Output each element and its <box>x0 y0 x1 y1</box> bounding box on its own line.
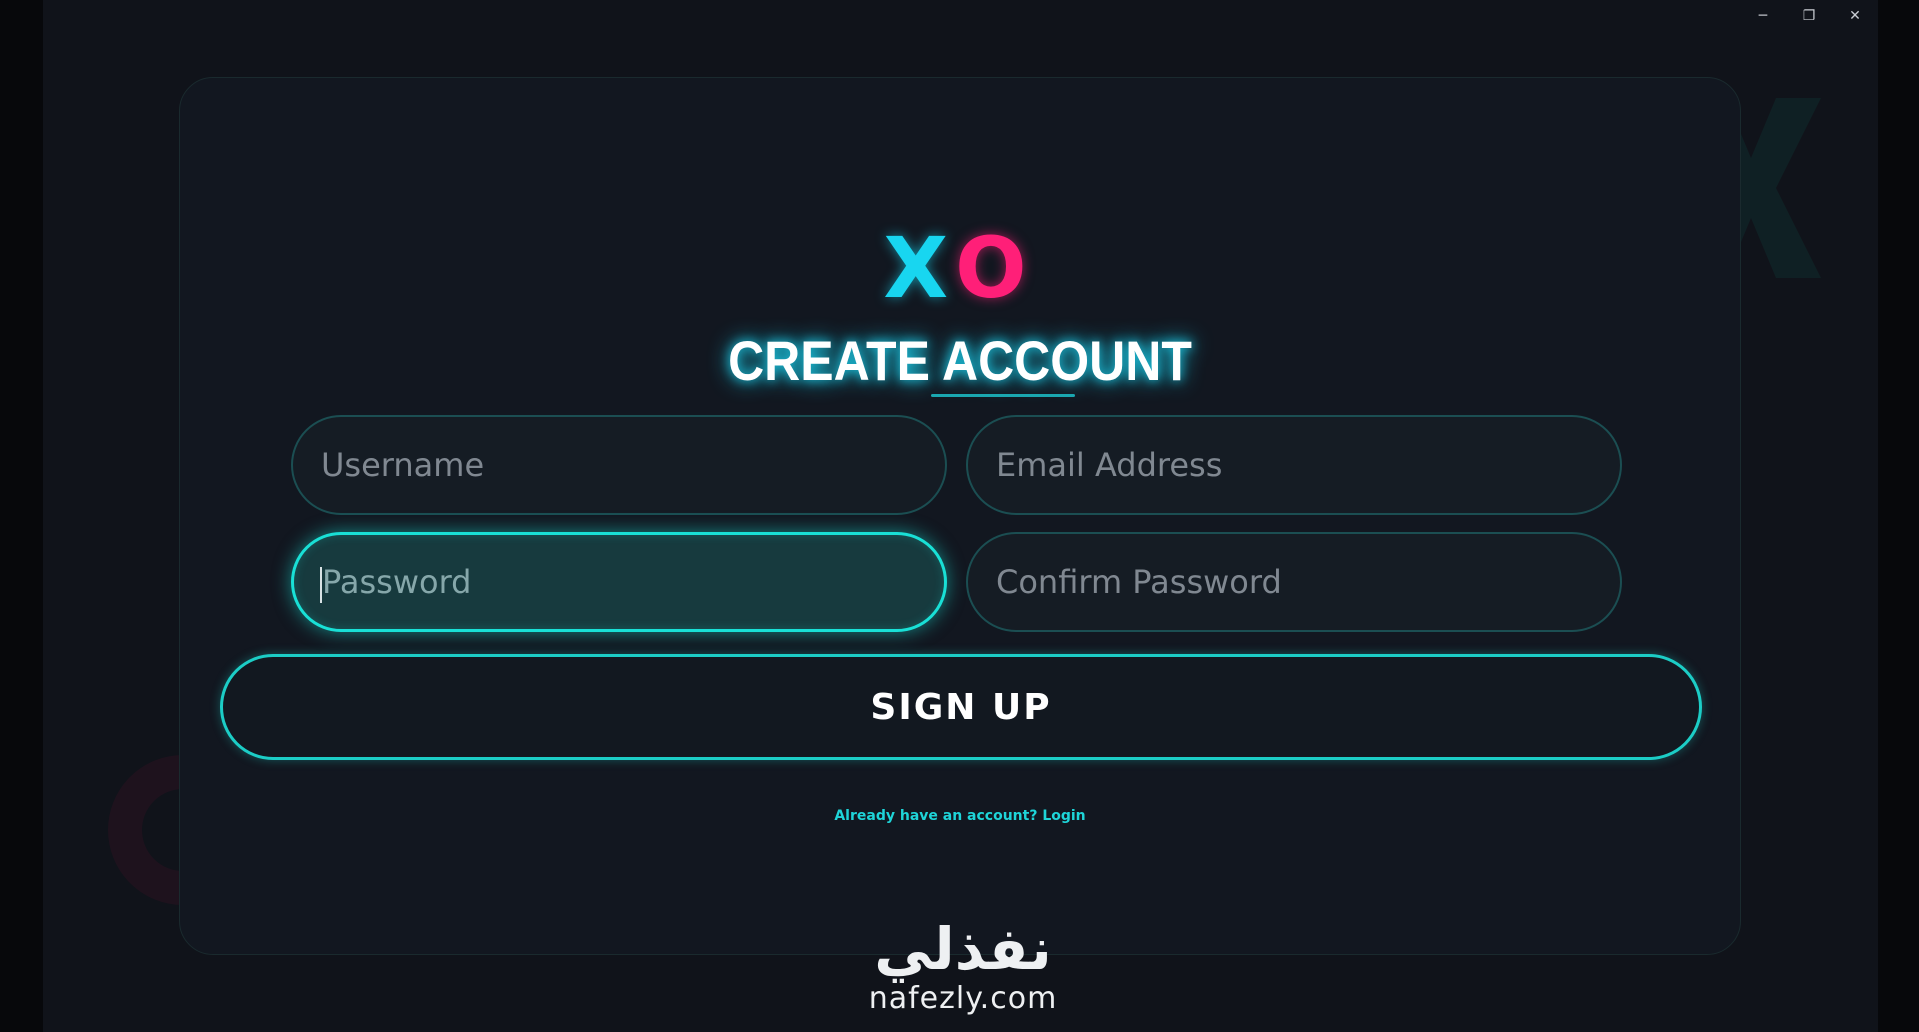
logo-x: X <box>883 219 956 317</box>
login-link[interactable]: Already have an account? Login <box>180 808 1740 824</box>
close-icon[interactable]: ✕ <box>1832 0 1878 32</box>
minimize-icon[interactable]: ─ <box>1740 0 1786 32</box>
title-underline <box>931 394 1075 397</box>
username-input[interactable] <box>319 416 945 514</box>
page-title: CREATE ACCOUNT <box>728 329 1192 393</box>
confirm-password-field[interactable] <box>966 532 1622 632</box>
signup-card: XO CREATE ACCOUNT SIGN UP Already have a… <box>179 77 1741 955</box>
watermark: نفذلي nafezly.com <box>843 915 1083 1016</box>
watermark-latin: nafezly.com <box>868 980 1058 1016</box>
username-field[interactable] <box>291 415 947 515</box>
email-input[interactable] <box>994 416 1620 514</box>
watermark-arabic: نفذلي <box>874 915 1052 983</box>
email-field[interactable] <box>966 415 1622 515</box>
restore-icon[interactable]: ❐ <box>1786 0 1832 32</box>
password-input[interactable] <box>320 534 944 630</box>
xo-logo: XO <box>180 226 1740 310</box>
signup-button[interactable]: SIGN UP <box>220 654 1702 760</box>
confirm-password-input[interactable] <box>994 533 1620 631</box>
logo-o: O <box>955 219 1037 317</box>
app-window: ─ ❐ ✕ XO CREATE ACCOUNT SIGN UP Already <box>43 0 1878 1032</box>
text-caret <box>320 567 322 603</box>
password-field[interactable] <box>291 532 947 632</box>
window-controls: ─ ❐ ✕ <box>1740 0 1878 32</box>
